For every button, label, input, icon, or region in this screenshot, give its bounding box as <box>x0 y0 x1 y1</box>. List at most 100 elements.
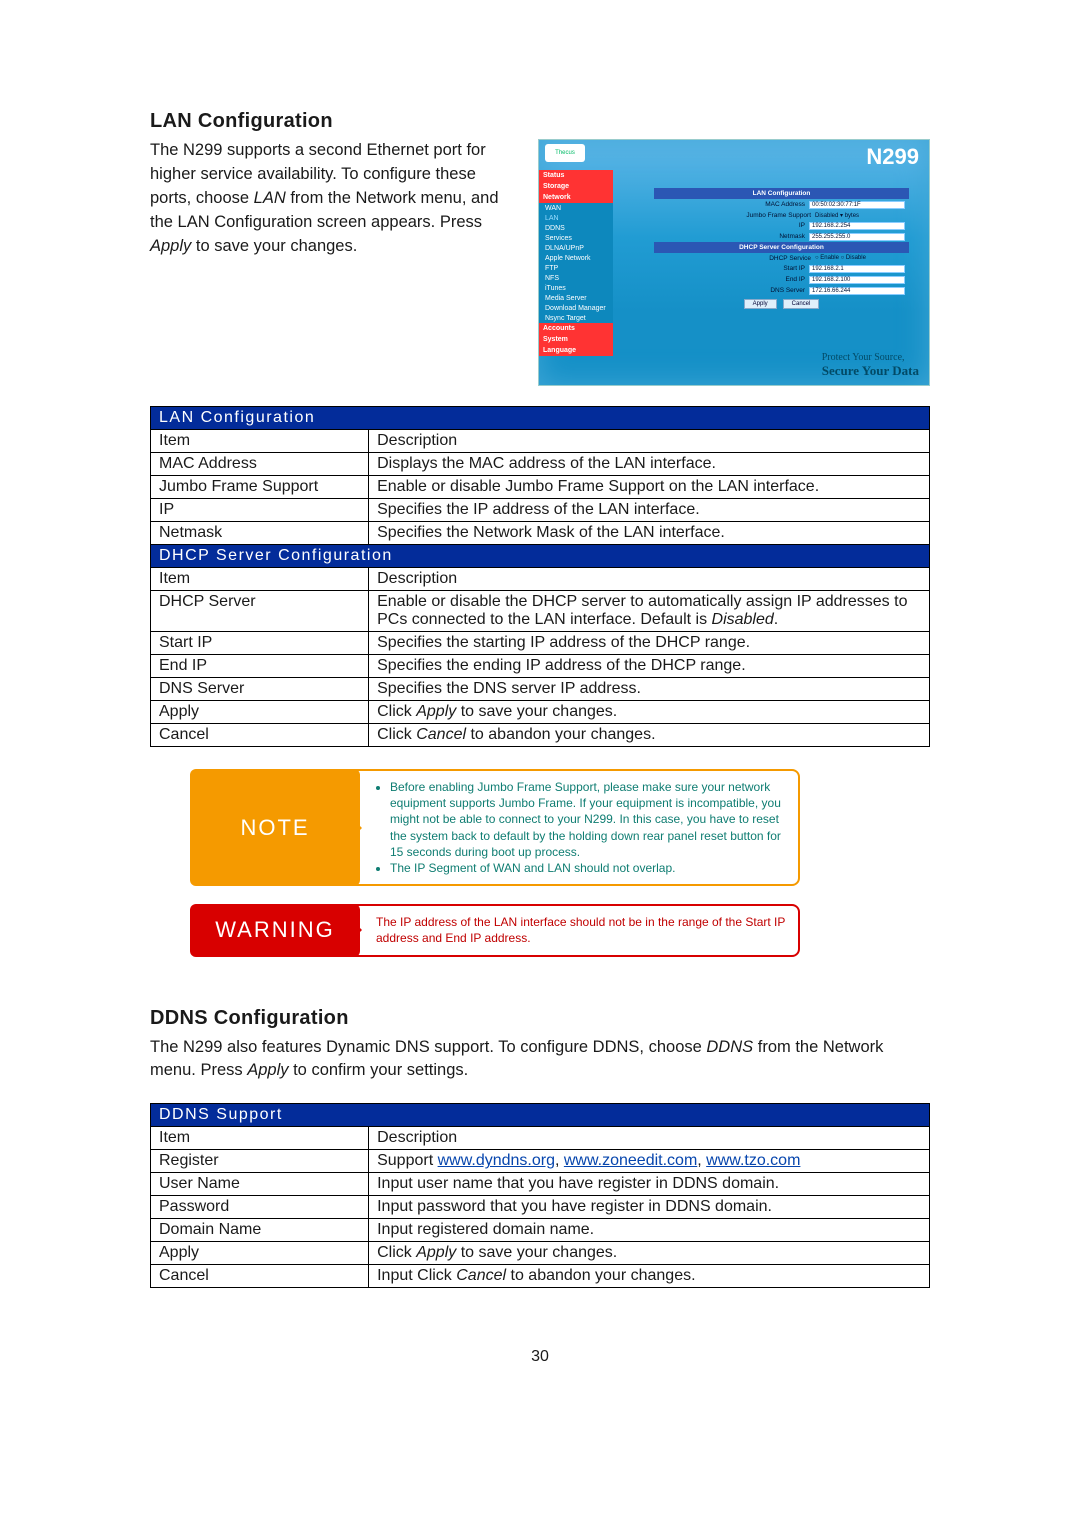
warning-callout: WARNING The IP address of the LAN interf… <box>190 904 800 956</box>
text: Apply <box>416 1244 456 1261</box>
apply-button[interactable]: Apply <box>744 299 777 309</box>
col-head-item: Item <box>151 430 369 453</box>
cell: Netmask <box>151 522 369 545</box>
lan-heading: LAN Configuration <box>150 110 930 133</box>
sidebar-section[interactable]: Storage <box>539 181 613 192</box>
dns-input[interactable]: 172.16.66.244 <box>809 287 905 295</box>
col-head-desc: Description <box>369 1127 930 1150</box>
table-title: LAN Configuration <box>151 407 930 430</box>
text: . <box>774 611 778 628</box>
lan-word: LAN <box>254 189 286 207</box>
cell: Specifies the ending IP address of the D… <box>369 655 930 678</box>
label: Start IP <box>658 265 805 273</box>
label: MAC Address <box>658 201 805 209</box>
warning-body: The IP address of the LAN interface shou… <box>340 904 800 956</box>
cancel-button[interactable]: Cancel <box>783 299 820 309</box>
col-head-desc: Description <box>369 430 930 453</box>
text: The N299 also features Dynamic DNS suppo… <box>150 1038 706 1056</box>
sidebar-item-itunes[interactable]: iTunes <box>539 283 613 293</box>
sidebar-item-dlna[interactable]: DLNA/UPnP <box>539 243 613 253</box>
cell: Specifies the starting IP address of the… <box>369 632 930 655</box>
text: Click <box>377 726 416 743</box>
lan-intro-text: The N299 supports a second Ethernet port… <box>150 139 518 259</box>
lan-config-table: LAN Configuration Item Description MAC A… <box>150 406 930 747</box>
cell: Specifies the Network Mask of the LAN in… <box>369 522 930 545</box>
sidebar-section[interactable]: Accounts <box>539 323 613 334</box>
cell: Click Cancel to abandon your changes. <box>369 724 930 747</box>
sidebar-item-nfs[interactable]: NFS <box>539 273 613 283</box>
table-subtitle: DHCP Server Configuration <box>151 545 930 568</box>
cell: End IP <box>151 655 369 678</box>
sidebar-item-lan[interactable]: LAN <box>539 213 613 223</box>
model-badge: N299 <box>866 144 919 170</box>
sidebar-item-ddns[interactable]: DDNS <box>539 223 613 233</box>
col-head-desc: Description <box>369 568 930 591</box>
text: Click <box>377 703 416 720</box>
mac-value: 00:50:02:30:77:1F <box>809 201 905 209</box>
text: to save your changes. <box>196 237 357 255</box>
warning-tag: WARNING <box>190 904 360 956</box>
cell: Domain Name <box>151 1219 369 1242</box>
cell: Displays the MAC address of the LAN inte… <box>369 453 930 476</box>
link-tzo[interactable]: www.tzo.com <box>706 1152 800 1169</box>
text: , <box>555 1152 564 1169</box>
sidebar-section[interactable]: Language <box>539 345 613 356</box>
text: Click <box>377 1244 416 1261</box>
text: Input Click <box>377 1267 456 1284</box>
sidebar-item-nsync[interactable]: Nsync Target <box>539 313 613 323</box>
sidebar: Status Storage Network WAN LAN DDNS Serv… <box>539 170 613 356</box>
config-panel: LAN Configuration MAC Address00:50:02:30… <box>654 188 909 312</box>
jumbo-select[interactable]: Disabled ▾ bytes <box>815 212 905 219</box>
cell: Register <box>151 1150 369 1173</box>
sidebar-item-ftp[interactable]: FTP <box>539 263 613 273</box>
cell: Support www.dyndns.org, www.zoneedit.com… <box>369 1150 930 1173</box>
cell: Cancel <box>151 724 369 747</box>
apply-word: Apply <box>150 237 191 255</box>
label: End IP <box>658 276 805 284</box>
note-line: Before enabling Jumbo Frame Support, ple… <box>390 779 786 860</box>
text: Apply <box>416 703 456 720</box>
document-page: LAN Configuration The N299 supports a se… <box>0 0 1080 1446</box>
dhcp-radio[interactable]: ○ Enable ○ Disable <box>815 255 905 262</box>
cell: Click Apply to save your changes. <box>369 1242 930 1265</box>
note-body: Before enabling Jumbo Frame Support, ple… <box>340 769 800 886</box>
col-head-item: Item <box>151 1127 369 1150</box>
sidebar-section[interactable]: System <box>539 334 613 345</box>
cell: User Name <box>151 1173 369 1196</box>
text: Cancel <box>416 726 466 743</box>
note-callout: NOTE Before enabling Jumbo Frame Support… <box>190 769 800 886</box>
col-head-item: Item <box>151 568 369 591</box>
text: Apply <box>247 1061 288 1079</box>
cell: Specifies the IP address of the LAN inte… <box>369 499 930 522</box>
link-dyndns[interactable]: www.dyndns.org <box>438 1152 555 1169</box>
text: Enable or disable the DHCP server to aut… <box>377 593 907 628</box>
cell: Click Apply to save your changes. <box>369 701 930 724</box>
sidebar-section[interactable]: Status <box>539 170 613 181</box>
cell: Jumbo Frame Support <box>151 476 369 499</box>
cell: Cancel <box>151 1265 369 1288</box>
link-zoneedit[interactable]: www.zoneedit.com <box>564 1152 697 1169</box>
text: Support <box>377 1152 437 1169</box>
screenshot: Thecus N299 Status Storage Network WAN L… <box>538 139 930 386</box>
startip-input[interactable]: 192.168.2.1 <box>809 265 905 273</box>
ip-input[interactable]: 192.168.2.254 <box>809 222 905 230</box>
sidebar-item-download[interactable]: Download Manager <box>539 303 613 313</box>
text: to confirm your settings. <box>293 1061 468 1079</box>
cell: Apply <box>151 701 369 724</box>
sidebar-item-media[interactable]: Media Server <box>539 293 613 303</box>
endip-input[interactable]: 192.168.2.100 <box>809 276 905 284</box>
text: Cancel <box>456 1267 506 1284</box>
sidebar-item-wan[interactable]: WAN <box>539 203 613 213</box>
sidebar-item-services[interactable]: Services <box>539 233 613 243</box>
text: to abandon your changes. <box>506 1267 695 1284</box>
cell: Input registered domain name. <box>369 1219 930 1242</box>
sidebar-section[interactable]: Network <box>539 192 613 203</box>
netmask-input[interactable]: 255.255.255.0 <box>809 233 905 241</box>
ddns-heading: DDNS Configuration <box>150 1007 930 1030</box>
sidebar-item-apple[interactable]: Apple Network <box>539 253 613 263</box>
table-title: DDNS Support <box>151 1104 930 1127</box>
text: to save your changes. <box>456 703 617 720</box>
ddns-table: DDNS Support Item Description Register S… <box>150 1103 930 1288</box>
cell: Input password that you have register in… <box>369 1196 930 1219</box>
label: Jumbo Frame Support <box>658 212 811 219</box>
